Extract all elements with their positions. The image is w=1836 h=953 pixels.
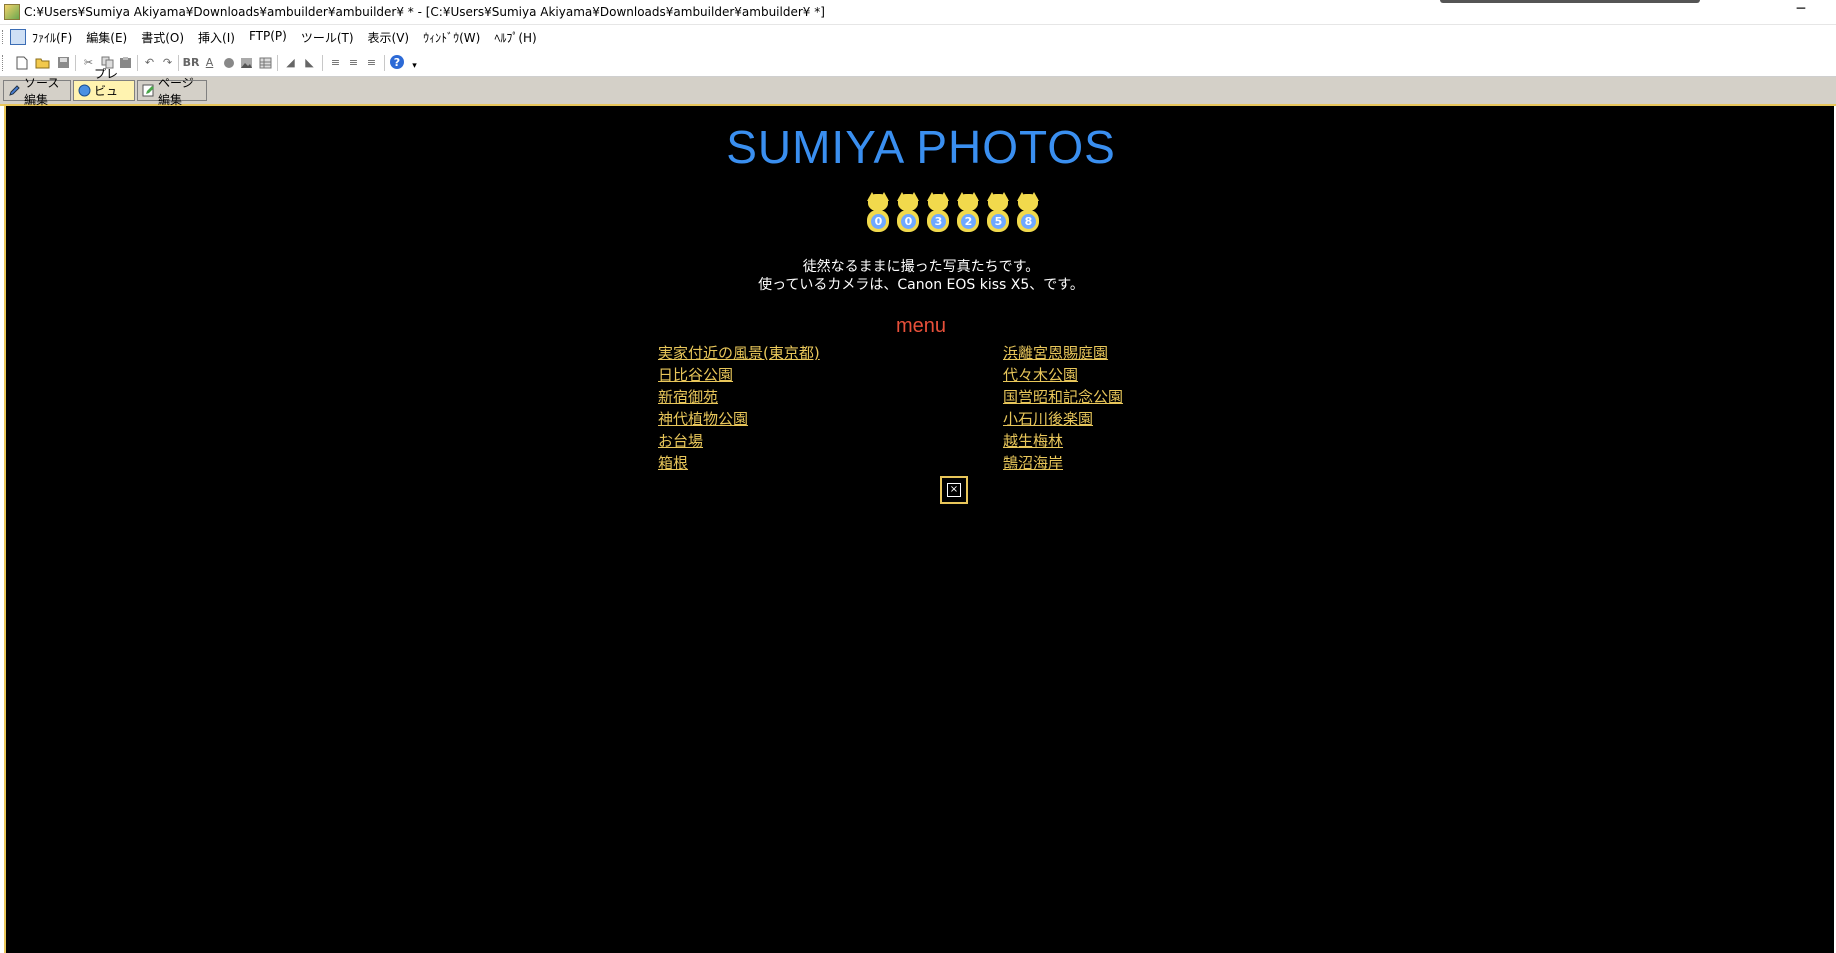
counter-digit: 8 xyxy=(1021,214,1036,229)
view-tab-bar: ソース編集 プレビュー ページ編集 xyxy=(0,67,1836,115)
menu-link[interactable]: 浜離宮恩賜庭園 xyxy=(1003,342,1123,364)
toolbar-separator xyxy=(277,55,278,71)
line-break-button[interactable]: BR xyxy=(182,55,200,70)
toolbar-separator xyxy=(137,55,138,71)
image-icon[interactable] xyxy=(239,55,254,70)
toolbar-overflow-icon[interactable]: ▾ xyxy=(407,58,422,73)
toolbar-grip[interactable] xyxy=(2,55,6,71)
new-file-icon[interactable] xyxy=(14,55,29,70)
window-title: C:¥Users¥Sumiya Akiyama¥Downloads¥ambuil… xyxy=(24,5,825,19)
font-color-icon[interactable]: A xyxy=(202,55,217,70)
browser-icon xyxy=(78,84,91,97)
open-folder-icon[interactable] xyxy=(35,55,50,70)
toolbar-separator xyxy=(178,55,179,71)
menu-ftp[interactable]: FTP(P) xyxy=(249,29,287,46)
undo-icon[interactable]: ↶ xyxy=(142,55,157,70)
site-description: 徒然なるままに撮った写真たちです。 使っているカメラは、Canon EOS ki… xyxy=(6,258,1836,294)
tab-preview[interactable]: プレビュー xyxy=(73,67,135,115)
menu-help[interactable]: ﾍﾙﾌﾟ(H) xyxy=(494,29,536,46)
menu-heading: menu xyxy=(895,315,947,337)
page-edit-icon xyxy=(142,84,155,97)
menu-link[interactable]: 国営昭和記念公園 xyxy=(1003,386,1123,408)
menu-link[interactable]: 日比谷公園 xyxy=(658,364,820,386)
pencil-icon xyxy=(8,84,21,97)
counter-digit-cat: 0 xyxy=(893,192,923,236)
counter-digit: 0 xyxy=(901,214,916,229)
redo-icon[interactable]: ↷ xyxy=(160,55,175,70)
counter-digit-cat: 2 xyxy=(953,192,983,236)
menu-window[interactable]: ｳｨﾝﾄﾞｳ(W) xyxy=(423,29,480,46)
menu-link[interactable]: 新宿御苑 xyxy=(658,386,820,408)
anchor-icon[interactable]: ◢ xyxy=(283,55,298,70)
counter-digit: 3 xyxy=(931,214,946,229)
tab-label: ソース編集 xyxy=(24,75,60,107)
counter-digit-cat: 3 xyxy=(923,192,953,236)
titlebar-decoration xyxy=(1440,0,1700,3)
counter-digit: 0 xyxy=(871,214,886,229)
menu-tools[interactable]: ツール(T) xyxy=(301,29,354,46)
table-icon[interactable] xyxy=(258,55,273,70)
align-center-icon[interactable]: ≡ xyxy=(346,55,361,70)
counter-digit-cat: 8 xyxy=(1013,192,1043,236)
menu-bar: ﾌｧｲﾙ(F) 編集(E) 書式(O) 挿入(I) FTP(P) ツール(T) … xyxy=(0,25,1836,49)
tab-page-edit[interactable]: ページ編集 xyxy=(137,76,207,107)
menubar-grip[interactable] xyxy=(2,30,6,44)
align-left-icon[interactable]: ≡ xyxy=(328,55,343,70)
counter-digit: 2 xyxy=(961,214,976,229)
counter-digit-cat: 5 xyxy=(983,192,1013,236)
save-icon[interactable] xyxy=(56,55,71,70)
site-title: SUMIYA PHOTOS xyxy=(726,121,1116,173)
menu-link[interactable]: 越生梅林 xyxy=(1003,430,1123,452)
menu-link[interactable]: 代々木公園 xyxy=(1003,364,1123,386)
description-line: 使っているカメラは、Canon EOS kiss X5、です。 xyxy=(758,277,1084,293)
preview-pane[interactable]: SUMIYA PHOTOS 0 0 3 2 5 8 徒然なるままに撮った写真たち… xyxy=(4,106,1834,953)
toolbar: ✂ ↶ ↷ BR A ◢ ◣ ≡ ≡ ≡ ? ▾ xyxy=(0,50,1836,77)
menu-link[interactable]: 鵠沼海岸 xyxy=(1003,452,1123,474)
link-icon[interactable]: ◣ xyxy=(302,55,317,70)
toolbar-separator xyxy=(322,55,323,71)
menu-format[interactable]: 書式(O) xyxy=(141,29,184,46)
menu-file[interactable]: ﾌｧｲﾙ(F) xyxy=(32,29,72,46)
menu-view[interactable]: 表示(V) xyxy=(368,29,410,46)
broken-image-icon[interactable]: × xyxy=(940,476,968,504)
menu-insert[interactable]: 挿入(I) xyxy=(198,29,235,46)
counter-digit-cat: 0 xyxy=(863,192,893,236)
menu-link[interactable]: 神代植物公園 xyxy=(658,408,820,430)
document-icon[interactable] xyxy=(10,29,26,45)
circle-icon[interactable] xyxy=(221,55,236,70)
minimize-button[interactable]: ─ xyxy=(1786,0,1816,24)
menu-edit[interactable]: 編集(E) xyxy=(86,29,127,46)
menu-links-right: 浜離宮恩賜庭園 代々木公園 国営昭和記念公園 小石川後楽園 越生梅林 鵠沼海岸 xyxy=(1003,342,1123,474)
menu-link[interactable]: 実家付近の風景(東京都) xyxy=(658,342,820,364)
menu-links-left: 実家付近の風景(東京都) 日比谷公園 新宿御苑 神代植物公園 お台場 箱根 xyxy=(658,342,820,474)
help-icon[interactable]: ? xyxy=(390,55,404,69)
toolbar-separator xyxy=(75,55,76,71)
menu-link[interactable]: 箱根 xyxy=(658,452,820,474)
counter-digit: 5 xyxy=(991,214,1006,229)
tab-label: ページ編集 xyxy=(158,75,194,107)
app-icon xyxy=(4,4,20,20)
access-counter: 0 0 3 2 5 8 xyxy=(863,192,1043,236)
align-right-icon[interactable]: ≡ xyxy=(364,55,379,70)
toolbar-separator xyxy=(384,55,385,71)
description-line: 徒然なるままに撮った写真たちです。 xyxy=(802,259,1040,275)
tab-source-edit[interactable]: ソース編集 xyxy=(3,76,71,107)
window-titlebar: C:¥Users¥Sumiya Akiyama¥Downloads¥ambuil… xyxy=(0,0,1836,25)
menu-link[interactable]: お台場 xyxy=(658,430,820,452)
menu-link[interactable]: 小石川後楽園 xyxy=(1003,408,1123,430)
